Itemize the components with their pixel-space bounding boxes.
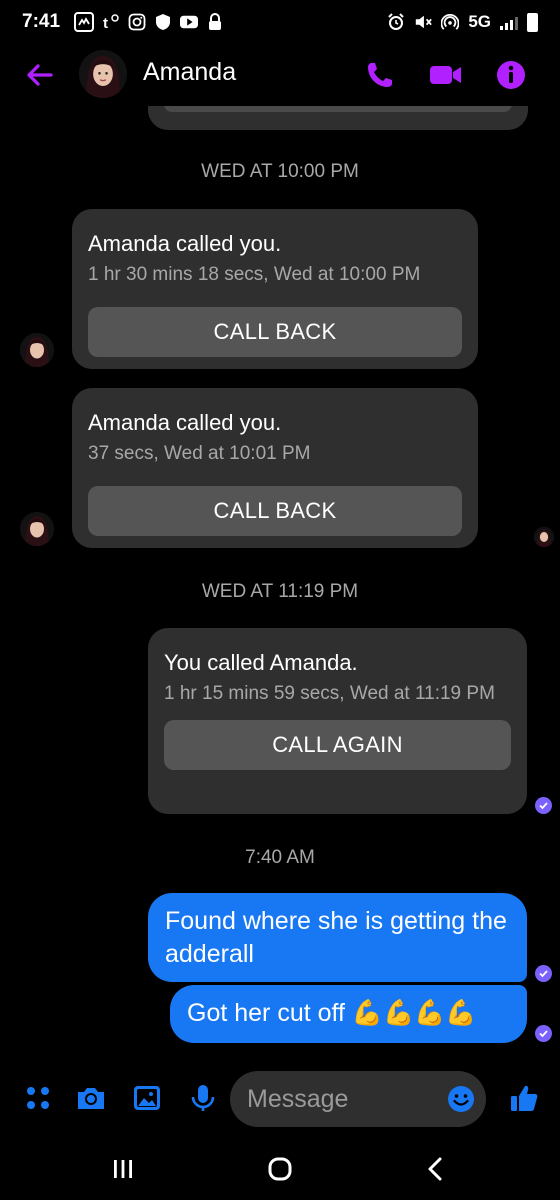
read-receipt-icon (535, 1025, 552, 1042)
video-call-icon[interactable] (427, 57, 463, 93)
contact-avatar[interactable] (79, 50, 127, 98)
message-composer: Message (0, 1068, 560, 1130)
back-arrow-icon[interactable] (22, 58, 56, 92)
recent-apps-icon[interactable] (106, 1152, 140, 1186)
timestamp: 7:40 AM (245, 847, 315, 868)
contact-name[interactable]: Amanda (143, 58, 236, 87)
call-title: You called Amanda. (164, 650, 358, 675)
call-title: Amanda called you. (88, 410, 282, 435)
seen-by-avatar (534, 527, 554, 547)
incoming-call-card: Amanda called you. 37 secs, Wed at 10:01… (72, 388, 478, 548)
microphone-icon[interactable] (187, 1082, 219, 1114)
call-again-button[interactable]: CALL AGAIN (164, 720, 511, 770)
sent-message-bubble[interactable]: Got her cut off 💪💪💪💪 (170, 985, 527, 1043)
emoji-icon[interactable] (446, 1084, 476, 1114)
more-actions-icon[interactable] (22, 1082, 54, 1114)
camera-icon[interactable] (75, 1082, 107, 1114)
message-thread[interactable]: WED AT 10:00 PM Amanda called you. 1 hr … (0, 0, 560, 1060)
call-title: Amanda called you. (88, 231, 282, 256)
gallery-icon[interactable] (131, 1082, 163, 1114)
sent-message-bubble[interactable]: Found where she is getting the adderall (148, 893, 527, 982)
message-placeholder: Message (247, 1085, 349, 1113)
contact-avatar[interactable] (20, 333, 54, 367)
timestamp: WED AT 11:19 PM (201, 581, 359, 602)
call-back-button[interactable]: CALL BACK (88, 486, 462, 536)
home-icon[interactable] (263, 1152, 297, 1186)
call-detail: 1 hr 30 mins 18 secs, Wed at 10:00 PM (88, 264, 421, 285)
call-detail: 37 secs, Wed at 10:01 PM (88, 443, 311, 464)
read-receipt-icon (535, 797, 552, 814)
contact-avatar[interactable] (20, 512, 54, 546)
call-back-button[interactable]: CALL BACK (88, 307, 462, 357)
incoming-call-card: Amanda called you. 1 hr 30 mins 18 secs,… (72, 209, 478, 369)
read-receipt-icon (535, 965, 552, 982)
back-icon[interactable] (419, 1152, 453, 1186)
message-input[interactable]: Message (230, 1071, 486, 1127)
call-detail: 1 hr 15 mins 59 secs, Wed at 11:19 PM (164, 683, 495, 704)
timestamp: WED AT 10:00 PM (201, 161, 359, 182)
phone-icon[interactable] (362, 57, 398, 93)
system-nav-bar (0, 1138, 560, 1200)
info-icon[interactable] (493, 57, 529, 93)
thumbs-up-icon[interactable] (508, 1082, 540, 1114)
outgoing-call-card: You called Amanda. 1 hr 15 mins 59 secs,… (148, 628, 527, 814)
conversation-header: Amanda (0, 44, 560, 106)
